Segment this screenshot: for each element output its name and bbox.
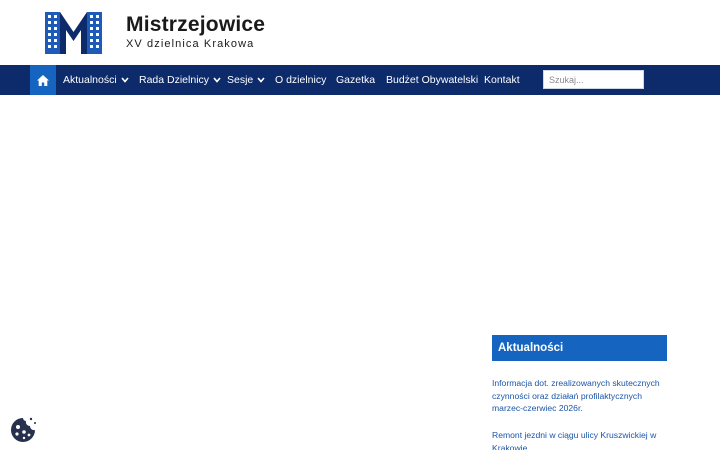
cookie-icon[interactable] [9,416,37,444]
chevron-down-icon [121,77,129,83]
nav-item-label: Rada Dzielnicy [139,74,210,86]
nav-item-budzet-obywatelski[interactable]: Budżet Obywatelski [386,65,478,95]
nav-item-label: Gazetka [336,74,376,86]
nav-item-label: Budżet Obywatelski [386,74,479,86]
nav-item-label: Kontakt [484,74,520,86]
search-input[interactable] [543,70,644,89]
nav-item-aktualnosci[interactable]: Aktualności [63,65,129,95]
chevron-down-icon [257,77,265,83]
page: Mistrzejowice XV dzielnica Krakowa Aktua… [0,0,720,450]
site-title[interactable]: Mistrzejowice [126,13,265,37]
chevron-down-icon [213,77,221,83]
building-m-logo[interactable] [45,12,102,54]
nav-item-sesje[interactable]: Sesje [227,65,265,95]
nav-item-gazetka[interactable]: Gazetka [336,65,375,95]
home-icon [37,74,49,86]
nav-item-label: Sesje [227,74,254,86]
nav-item-rada-dzielnicy[interactable]: Rada Dzielnicy [139,65,221,95]
site-tagline: XV dzielnica Krakowa [126,38,255,50]
nav-home-button[interactable] [30,65,56,95]
nav-item-label: O dzielnicy [275,74,327,86]
site-header: Mistrzejowice XV dzielnica Krakowa [0,0,720,65]
nav-item-o-dzielnicy[interactable]: O dzielnicy [275,65,326,95]
news-link[interactable]: Informacja dot. zrealizowanych skuteczny… [492,377,667,415]
news-widget-title: Aktualności [492,335,667,361]
nav-item-kontakt[interactable]: Kontakt [484,65,520,95]
nav-item-label: Aktualności [63,74,117,86]
news-link[interactable]: Remont jezdni w ciągu ulicy Kruszwickiej… [492,429,667,450]
